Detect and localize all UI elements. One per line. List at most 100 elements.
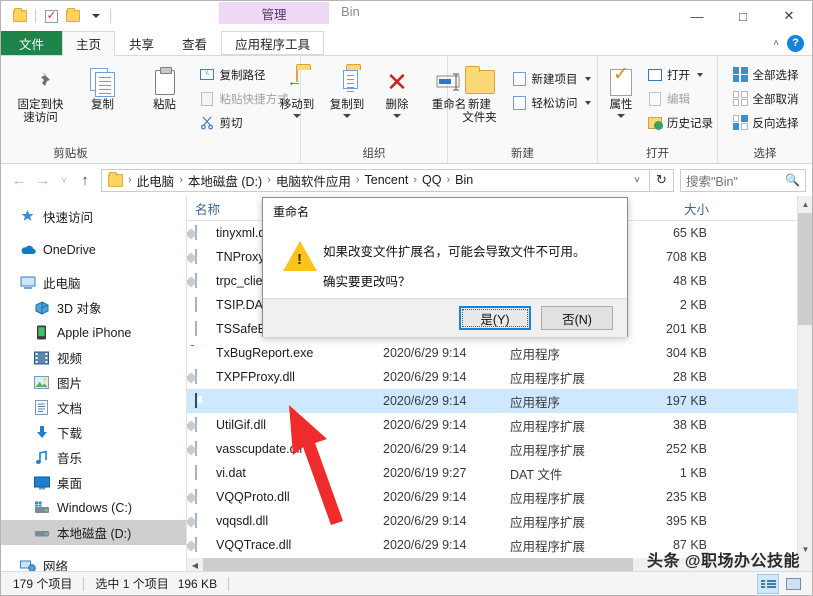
sidebar-item-quick-access[interactable]: 快速访问 xyxy=(1,204,186,229)
scroll-down-icon[interactable]: ▼ xyxy=(798,541,812,558)
sidebar-item-local-disk-d[interactable]: 本地磁盘 (D:) xyxy=(1,520,186,545)
breadcrumb-item-4[interactable]: QQ xyxy=(419,173,444,187)
scroll-up-icon[interactable]: ▲ xyxy=(798,196,812,213)
table-row[interactable]: TxBugReport.exe 2020/6/29 9:14 应用程序 304 … xyxy=(187,341,812,365)
sidebar-item-this-pc[interactable]: 此电脑 xyxy=(1,270,186,295)
copy-button[interactable]: 复制 xyxy=(72,59,134,112)
file-date-cell: 2020/6/29 9:14 xyxy=(383,514,467,528)
breadcrumb-item-2[interactable]: 电脑软件应用 xyxy=(273,171,354,190)
column-header-size[interactable]: 大小 xyxy=(623,199,719,217)
group-label-select: 选择 xyxy=(753,148,777,160)
sidebar-item-videos[interactable]: 视频 xyxy=(1,345,186,370)
move-to-button[interactable]: ← 移动到 xyxy=(272,59,322,118)
dialog-body: 如果改变文件扩展名，可能会导致文件不可用。 确实要更改吗？ xyxy=(263,225,627,298)
edit-button[interactable]: 编辑 xyxy=(643,88,716,109)
breadcrumb-item-0[interactable]: 此电脑 xyxy=(134,171,178,190)
status-selection: 选中 1 个项目 xyxy=(95,577,169,591)
tab-view[interactable]: 查看 xyxy=(168,31,221,55)
table-row[interactable]: TXPFProxy.dll 2020/6/29 9:14 应用程序扩展 28 K… xyxy=(187,365,812,389)
select-all-button[interactable]: 全部选择 xyxy=(729,64,802,85)
breadcrumb-item-1[interactable]: 本地磁盘 (D:) xyxy=(185,171,265,190)
sidebar-item-music[interactable]: 音乐 xyxy=(1,445,186,470)
search-placeholder: 搜索"Bin" xyxy=(686,174,738,189)
new-item-button[interactable]: 新建项目 xyxy=(508,68,594,89)
breadcrumb-item-5[interactable]: Bin xyxy=(452,173,476,187)
recent-locations-chevron-down-icon[interactable]: ˅ xyxy=(55,168,73,192)
sidebar-item-downloads[interactable]: 下载 xyxy=(1,420,186,445)
file-name-cell: TXPlatform.exe.bak xyxy=(187,392,375,410)
search-input[interactable]: 搜索"Bin" 🔍 xyxy=(680,168,806,192)
qat-new-folder-icon[interactable] xyxy=(62,5,84,27)
tab-application-tools[interactable]: 应用程序工具 xyxy=(221,31,325,55)
file-type-cell: 应用程序扩展 xyxy=(510,515,586,530)
sidebar-item-desktop[interactable]: 桌面 xyxy=(1,470,186,495)
no-button[interactable]: 否(N) xyxy=(541,306,613,330)
sidebar-item-windows-c[interactable]: Windows (C:) xyxy=(1,495,186,520)
sidebar-item-documents[interactable]: 文档 xyxy=(1,395,186,420)
properties-chevron-down-icon[interactable] xyxy=(617,114,625,118)
vertical-scrollbar[interactable]: ▲ ▼ xyxy=(797,196,812,573)
easy-access-chevron-down-icon[interactable] xyxy=(584,100,591,105)
pin-to-quick-access-button[interactable]: 固定到快 速访问 xyxy=(10,59,72,125)
breadcrumb-item-3[interactable]: Tencent xyxy=(362,173,412,187)
sidebar-item-network[interactable]: 网络 xyxy=(1,553,186,573)
breadcrumb[interactable]: › 此电脑 › 本地磁盘 (D:) › 电脑软件应用 › Tencent › Q… xyxy=(101,168,650,192)
copy-to-chevron-down-icon[interactable] xyxy=(343,114,351,118)
table-row[interactable]: vasscupdate.dll 2020/6/29 9:14 应用程序扩展 25… xyxy=(187,437,812,461)
qat-folder-icon[interactable] xyxy=(9,5,31,27)
ribbon-group-clipboard: 固定到快 速访问 复制 粘贴 \\ 复制路径 粘贴快捷方式 剪切 剪贴板 xyxy=(1,56,301,163)
help-icon[interactable]: ? xyxy=(787,34,804,52)
qat-properties-icon[interactable] xyxy=(40,5,62,27)
scrollbar-thumb[interactable] xyxy=(798,213,812,325)
new-folder-icon xyxy=(464,65,495,99)
table-row[interactable]: vi.dat 2020/6/19 9:27 DAT 文件 1 KB xyxy=(187,461,812,485)
table-row[interactable]: vqqsdl.dll 2020/6/29 9:14 应用程序扩展 395 KB xyxy=(187,509,812,533)
contextual-tab-manage[interactable]: 管理 xyxy=(219,2,329,24)
delete-label: 删除 xyxy=(385,99,409,111)
invert-selection-button[interactable]: 反向选择 xyxy=(729,112,802,133)
sidebar-item-3d-objects[interactable]: 3D 对象 xyxy=(1,295,186,320)
thumbnail-view-icon[interactable] xyxy=(782,574,804,594)
file-date-cell: 2020/6/29 9:14 xyxy=(383,370,467,384)
sidebar-item-onedrive[interactable]: OneDrive xyxy=(1,237,186,262)
file-type-cell: 应用程序扩展 xyxy=(510,419,586,434)
delete-chevron-down-icon[interactable] xyxy=(393,114,401,118)
close-button[interactable]: ✕ xyxy=(766,1,812,31)
file-name-cell: vi.dat xyxy=(187,464,375,482)
tab-share[interactable]: 共享 xyxy=(115,31,168,55)
tab-home[interactable]: 主页 xyxy=(62,31,116,56)
new-item-chevron-down-icon[interactable] xyxy=(584,76,591,81)
move-to-chevron-down-icon[interactable] xyxy=(293,114,301,118)
forward-button[interactable]: → xyxy=(31,168,55,192)
qat-customize-chevron-down-icon[interactable] xyxy=(84,5,106,27)
bug-icon xyxy=(195,345,210,362)
open-chevron-down-icon[interactable] xyxy=(697,72,703,77)
sidebar-item-pictures[interactable]: 图片 xyxy=(1,370,186,395)
breadcrumb-dropdown-chevron-down-icon[interactable]: ˅ xyxy=(628,175,646,186)
new-folder-button[interactable]: 新建 文件夹 xyxy=(452,59,508,125)
collapse-ribbon-chevron-up-icon[interactable]: ˄ xyxy=(773,38,779,49)
file-name-text: vqqsdl.dll xyxy=(216,514,269,528)
easy-access-button[interactable]: 轻松访问 xyxy=(508,92,594,113)
paste-button[interactable]: 粘贴 xyxy=(134,59,196,112)
delete-button[interactable]: ✕ 删除 xyxy=(372,59,422,118)
yes-button[interactable]: 是(Y) xyxy=(459,306,531,330)
copy-to-button[interactable]: 复制到 xyxy=(322,59,372,118)
sidebar-label-documents: 文档 xyxy=(57,402,83,416)
properties-button[interactable]: 属性 xyxy=(599,59,643,118)
maximize-button[interactable]: □ xyxy=(720,1,766,31)
file-type-cell: 应用程序 xyxy=(510,347,561,362)
open-button[interactable]: 打开 xyxy=(643,64,716,85)
details-view-icon[interactable] xyxy=(757,573,779,594)
select-none-button[interactable]: 全部取消 xyxy=(729,88,802,109)
refresh-button[interactable]: ↻ xyxy=(650,168,674,192)
table-row-selected[interactable]: TXPlatform.exe.bak 2020/6/29 9:14 应用程序 1… xyxy=(187,389,812,413)
minimize-button[interactable]: — xyxy=(674,1,720,31)
table-row[interactable]: VQQProto.dll 2020/6/29 9:14 应用程序扩展 235 K… xyxy=(187,485,812,509)
up-button[interactable]: ↑ xyxy=(73,168,97,192)
tab-file[interactable]: 文件 xyxy=(1,31,63,55)
table-row[interactable]: UtilGif.dll 2020/6/29 9:14 应用程序扩展 38 KB xyxy=(187,413,812,437)
back-button[interactable]: ← xyxy=(7,168,31,192)
sidebar-item-apple-iphone[interactable]: Apple iPhone xyxy=(1,320,186,345)
history-button[interactable]: 历史记录 xyxy=(643,112,716,133)
